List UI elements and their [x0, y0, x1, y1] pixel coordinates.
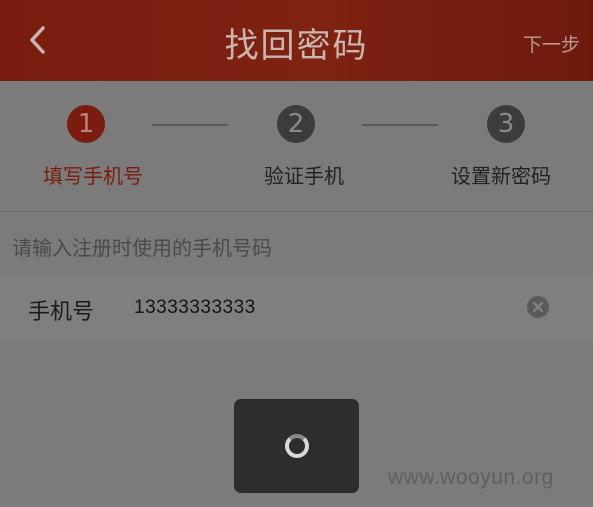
- step-indicator: 1 2 3 填写手机号 验证手机 设置新密码: [0, 81, 593, 212]
- loading-dialog: [234, 399, 359, 493]
- step-3-number: 3: [487, 105, 525, 143]
- clear-circle-icon: [527, 296, 549, 318]
- step-1-number: 1: [67, 105, 105, 143]
- step-1-label: 填写手机号: [43, 164, 143, 188]
- spinner-icon: [284, 434, 309, 458]
- app-header: 找回密码 下一步: [0, 0, 593, 81]
- phone-input[interactable]: 13333333333: [134, 297, 256, 319]
- phone-input-row: 手机号 13333333333: [0, 276, 593, 340]
- next-step-button[interactable]: 下一步: [523, 30, 580, 57]
- watermark: www.wooyun.org: [388, 466, 554, 489]
- phone-label: 手机号: [28, 300, 95, 325]
- step-3-label: 设置新密码: [451, 164, 551, 188]
- page-title: 找回密码: [224, 26, 369, 66]
- step-2-number: 2: [277, 105, 315, 143]
- clear-input-button[interactable]: [527, 296, 549, 318]
- phone-hint-text: 请输入注册时使用的手机号码: [12, 236, 272, 260]
- step-connector: [362, 124, 438, 126]
- step-2-label: 验证手机: [264, 164, 344, 188]
- step-connector: [152, 124, 228, 126]
